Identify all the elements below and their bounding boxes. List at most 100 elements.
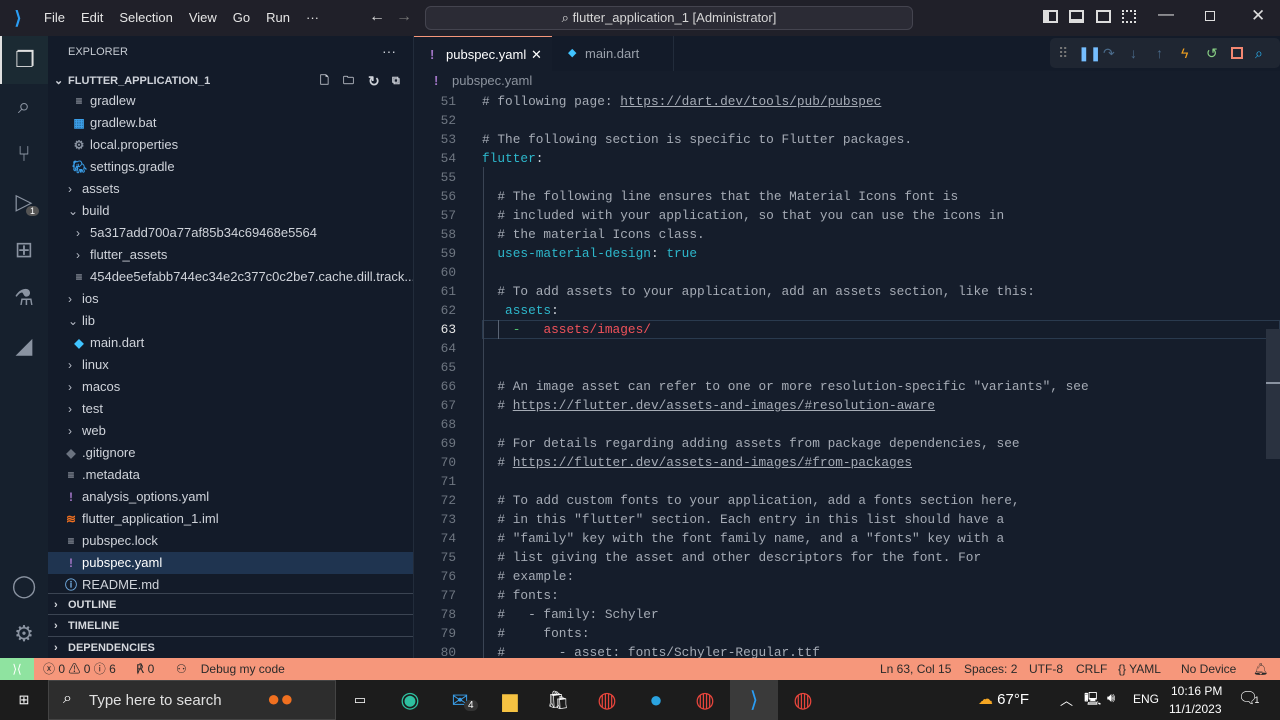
minimize-button[interactable]: — [1158, 6, 1174, 24]
chrome-profile-icon[interactable]: ◍ [681, 680, 729, 720]
mail-icon[interactable]: ✉ 4 [436, 680, 484, 720]
close-tab-icon[interactable]: ✕ [531, 37, 542, 72]
edge-icon[interactable]: ◉ [386, 680, 434, 720]
language-indicator[interactable]: ENG [1133, 692, 1159, 706]
telegram-icon[interactable]: ● [632, 680, 680, 720]
tree-folder[interactable]: › flutter_assets [48, 244, 413, 266]
tree-file[interactable]: ▦ gradlew.bat [48, 112, 413, 134]
tree-file[interactable]: ≡ .metadata [48, 464, 413, 486]
new-file-icon[interactable]: 🗋 [320, 70, 329, 92]
breadcrumb-file[interactable]: pubspec.yaml [452, 71, 532, 91]
step-into-icon[interactable]: ↓ [1130, 38, 1137, 68]
tree-folder[interactable]: › 5a317add700a77af85b34c69468e5564 [48, 222, 413, 244]
search-icon[interactable]: ⌕ [0, 82, 48, 130]
step-over-icon[interactable]: ↷ [1103, 38, 1115, 68]
menu-go[interactable]: Go [225, 0, 258, 36]
remote-indicator[interactable]: ⟩⟨ [0, 658, 34, 680]
network-icon[interactable]: 🖳︎ [1084, 690, 1101, 712]
menu-edit[interactable]: Edit [73, 0, 111, 36]
notifications-bell-icon[interactable]: 🔔︎ [1253, 658, 1268, 680]
taskbar-search[interactable]: ⌕ Type here to search ●● [48, 680, 336, 720]
extensions-icon[interactable]: ⊞ [0, 226, 48, 274]
tab-pubspec-yaml[interactable]: ! pubspec.yaml ✕ [414, 36, 552, 71]
timeline-section[interactable]: › TIMELINE [48, 614, 413, 636]
hot-reload-icon[interactable]: ϟ [1181, 38, 1188, 68]
device-selector[interactable]: No Device [1181, 658, 1236, 680]
tree-file[interactable]: ≡ 454dee5efabb744ec34e2c377c0c2be7.cache.… [48, 266, 413, 288]
code-editor[interactable]: 51 # following page: https://dart.dev/too… [414, 91, 1280, 658]
menu-selection[interactable]: Selection [111, 0, 180, 36]
settings-gear-icon[interactable]: ⚙ [0, 610, 48, 658]
command-center[interactable]: ⌕ flutter_application_1 [Administrator] [425, 6, 913, 30]
devtools-search-icon[interactable]: ⌕ [1255, 38, 1263, 68]
tree-folder[interactable]: › linux [48, 354, 413, 376]
tree-file[interactable]: ◆ main.dart [48, 332, 413, 354]
tree-folder[interactable]: ⌄ build [48, 200, 413, 222]
close-button[interactable]: ✕ [1251, 6, 1265, 26]
workspace-root[interactable]: ⌄ FLUTTER_APPLICATION_1 🗋 🗀 ↻ ⧉ [48, 70, 413, 92]
token-link[interactable]: https://dart.dev/tools/pub/pubspec [620, 94, 881, 109]
token-link[interactable]: https://flutter.dev/assets-and-images/#r… [513, 398, 935, 413]
tree-folder[interactable]: › assets [48, 178, 413, 200]
vertical-scrollbar[interactable] [1266, 329, 1280, 459]
run-debug-icon[interactable]: ▷ 1 [0, 178, 48, 226]
restart-icon[interactable]: ↺ [1206, 38, 1218, 68]
tree-folder[interactable]: ⌄ lib [48, 310, 413, 332]
indentation[interactable]: Spaces: 2 [964, 658, 1017, 680]
language-mode[interactable]: {} YAML [1118, 658, 1161, 680]
task-view-icon[interactable]: ▭ [336, 680, 384, 720]
tree-folder[interactable]: › test [48, 398, 413, 420]
outline-section[interactable]: › OUTLINE [48, 593, 413, 615]
tab-main-dart[interactable]: ◆ main.dart [552, 36, 674, 71]
refresh-icon[interactable]: ↻ [368, 70, 380, 92]
tree-file[interactable]: ≡ gradlew [48, 90, 413, 112]
chrome-icon[interactable]: ◍ [583, 680, 631, 720]
clock-date[interactable]: 11/1/2023 [1169, 702, 1222, 716]
dependencies-section[interactable]: › DEPENDENCIES [48, 636, 413, 658]
forward-arrow-icon[interactable]: → [396, 8, 412, 26]
restore-button[interactable] [1205, 11, 1215, 21]
tree-file[interactable]: ⚙ local.properties [48, 134, 413, 156]
notification-center-icon[interactable]: 🗨︎1 [1238, 688, 1259, 708]
accounts-icon[interactable]: ◯ [0, 562, 48, 610]
back-arrow-icon[interactable]: ← [369, 8, 385, 26]
toggle-panel-icon[interactable] [1069, 10, 1084, 23]
tree-file[interactable]: ! analysis_options.yaml [48, 486, 413, 508]
testing-icon[interactable]: ⚗ [0, 274, 48, 322]
tree-folder[interactable]: › ios [48, 288, 413, 310]
token-link[interactable]: https://flutter.dev/assets-and-images/#f… [513, 455, 912, 470]
toggle-sidebar-icon[interactable] [1043, 10, 1058, 23]
menu-file[interactable]: File [36, 0, 73, 36]
weather-widget[interactable]: ☁ 67°F [978, 690, 1029, 708]
flutter-icon[interactable]: ◢ [0, 322, 48, 370]
start-button[interactable]: ⊞ [0, 680, 48, 720]
explorer-icon[interactable]: ❐ [0, 36, 48, 84]
show-hidden-icons-chevron[interactable]: ︿ [1060, 690, 1073, 709]
store-icon[interactable]: 🛍︎ [534, 680, 582, 720]
drag-handle-icon[interactable]: ⠿ [1058, 38, 1068, 68]
collapse-all-icon[interactable]: ⧉ [392, 70, 400, 92]
tree-folder[interactable]: › web [48, 420, 413, 442]
debug-mode-toggle[interactable]: ⚇ Debug my code [176, 658, 285, 680]
vscode-taskbar-icon[interactable]: ⟩ [730, 680, 778, 720]
encoding[interactable]: UTF-8 [1029, 658, 1063, 680]
tree-file[interactable]: ≡ pubspec.lock [48, 530, 413, 552]
cursor-position[interactable]: Ln 63, Col 15 [880, 658, 951, 680]
clock-time[interactable]: 10:16 PM [1171, 684, 1222, 698]
step-out-icon[interactable]: ↑ [1156, 38, 1163, 68]
tree-file[interactable]: ≋ flutter_application_1.iml [48, 508, 413, 530]
menu-view[interactable]: View [181, 0, 225, 36]
tree-file[interactable]: ◆ .gitignore [48, 442, 413, 464]
tree-file[interactable]: ! pubspec.yaml [48, 552, 413, 574]
tree-folder[interactable]: › macos [48, 376, 413, 398]
customize-layout-icon[interactable] [1122, 10, 1136, 23]
tree-file[interactable]: 🐘︎ settings.gradle [48, 156, 413, 178]
volume-icon[interactable]: 🔊︎ [1107, 690, 1115, 706]
new-folder-icon[interactable]: 🗀 [343, 70, 354, 92]
chrome-icon[interactable]: ◍ [779, 680, 827, 720]
menu-more[interactable]: ··· [298, 0, 327, 36]
line-endings[interactable]: CRLF [1076, 658, 1107, 680]
more-actions-button[interactable]: ··· [382, 43, 396, 59]
breadcrumb[interactable]: ! pubspec.yaml [414, 71, 1280, 91]
source-control-icon[interactable]: ⑂ [0, 130, 48, 178]
